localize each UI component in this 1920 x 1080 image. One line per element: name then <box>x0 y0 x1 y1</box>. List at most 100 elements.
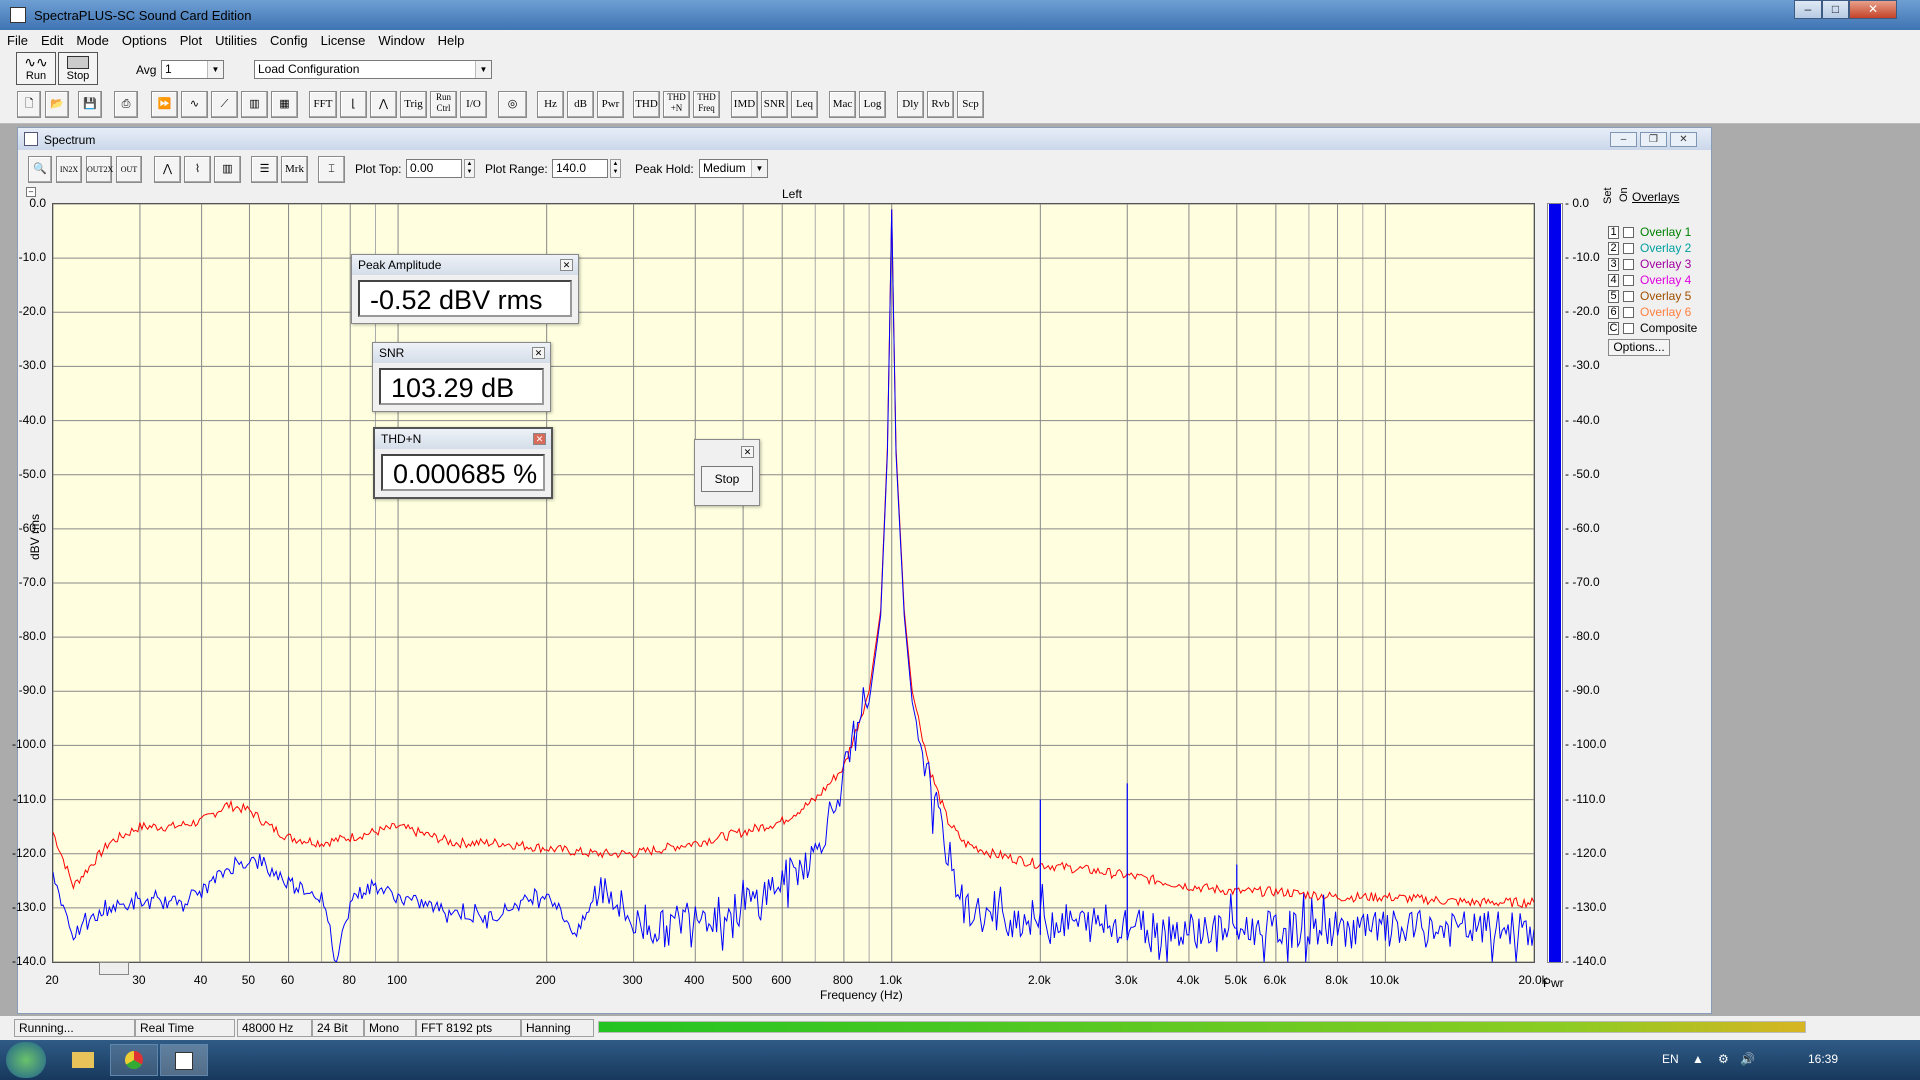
fft-button[interactable]: FFT <box>309 91 337 118</box>
zoom-out-2x-icon[interactable]: OUT2X <box>86 156 113 183</box>
menu-config[interactable]: Config <box>263 30 314 48</box>
thd-n-meter[interactable]: THD+N ✕ 0.000685 % <box>373 427 553 499</box>
menu-mode[interactable]: Mode <box>69 30 115 48</box>
signal-generator-icon[interactable]: ◎ <box>498 91 527 118</box>
trig-button[interactable]: Trig <box>400 91 427 118</box>
generator-stop-button[interactable]: Stop <box>701 466 753 492</box>
ramp-icon[interactable]: ⟋ <box>211 91 238 118</box>
overlay-set-button[interactable]: 6 <box>1608 306 1619 319</box>
overlay-on-checkbox[interactable] <box>1623 259 1634 270</box>
menu-license[interactable]: License <box>314 30 372 48</box>
spectraplus-taskbar-icon[interactable] <box>160 1044 208 1076</box>
mac-button[interactable]: Mac <box>829 91 856 118</box>
spectrum-restore-button[interactable]: ❐ <box>1640 132 1667 147</box>
dly-button[interactable]: Dly <box>897 91 924 118</box>
level-meter-tick: - -60.0 <box>1565 520 1600 535</box>
overlay-on-checkbox[interactable] <box>1623 323 1634 334</box>
overlay-on-checkbox[interactable] <box>1623 291 1634 302</box>
new-file-icon[interactable]: 🗋 <box>17 91 41 118</box>
volume-icon[interactable]: 🔊 <box>1740 1052 1755 1066</box>
hz-button[interactable]: Hz <box>537 91 564 118</box>
overlay-on-checkbox[interactable] <box>1623 227 1634 238</box>
save-icon[interactable]: 💾 <box>78 91 102 118</box>
axis-icon[interactable]: ⌊ <box>340 91 367 118</box>
overlay-options-button[interactable]: Options... <box>1608 339 1670 356</box>
maximize-button[interactable]: □ <box>1822 0 1849 19</box>
run-ctrl-button[interactable]: Run Ctrl <box>430 91 457 118</box>
close-icon[interactable]: ✕ <box>532 347 545 359</box>
close-icon[interactable]: ✕ <box>741 446 754 458</box>
overlay-set-button[interactable]: 4 <box>1608 274 1619 287</box>
overlay-on-checkbox[interactable] <box>1623 243 1634 254</box>
thd-button[interactable]: THD <box>633 91 660 118</box>
start-button[interactable] <box>6 1042 46 1078</box>
menu-utilities[interactable]: Utilities <box>208 30 263 48</box>
close-icon[interactable]: ✕ <box>533 433 546 445</box>
explorer-icon[interactable] <box>64 1046 104 1074</box>
cursor-icon[interactable]: ⌶ <box>318 156 345 183</box>
network-icon[interactable]: ⚙ <box>1718 1052 1729 1066</box>
avg-select[interactable]: 1 ▼ <box>161 60 224 79</box>
spectrum-minimize-button[interactable]: – <box>1610 132 1637 147</box>
plot-range-input[interactable]: 140.0 <box>552 159 608 178</box>
stop-button[interactable]: Stop <box>58 52 98 85</box>
overlay-on-checkbox[interactable] <box>1623 275 1634 286</box>
io-button[interactable]: I/O <box>460 91 487 118</box>
overlay-on-checkbox[interactable] <box>1623 307 1634 318</box>
zoom-in-2x-icon[interactable]: IN2X <box>56 156 82 183</box>
peak-icon[interactable]: ⋀ <box>370 91 397 118</box>
fast-forward-icon[interactable]: ⏩ <box>151 91 178 118</box>
imd-button[interactable]: IMD <box>731 91 758 118</box>
run-button[interactable]: ∿∿ Run <box>16 52 56 85</box>
leq-button[interactable]: Leq <box>791 91 818 118</box>
list-icon[interactable]: ☰ <box>251 156 278 183</box>
bars-icon[interactable]: ▥ <box>241 91 268 118</box>
plot-top-spinner[interactable]: ▲ ▼ <box>464 159 475 178</box>
chrome-icon[interactable] <box>110 1044 158 1076</box>
thd-freq-button[interactable]: THD Freq <box>693 91 720 118</box>
overlay-set-button[interactable]: 5 <box>1608 290 1619 303</box>
line-plot-icon[interactable]: ⋀ <box>154 156 181 183</box>
close-button[interactable]: ✕ <box>1849 0 1897 19</box>
plot-range-spinner[interactable]: ▲ ▼ <box>610 159 621 178</box>
scp-button[interactable]: Scp <box>957 91 984 118</box>
language-indicator[interactable]: EN <box>1662 1052 1679 1066</box>
overlay-set-button[interactable]: 3 <box>1608 258 1619 271</box>
bar-plot-icon[interactable]: ▥ <box>214 156 241 183</box>
pwr-button[interactable]: Pwr <box>597 91 624 118</box>
open-file-icon[interactable]: 📂 <box>45 91 69 118</box>
spectrum-plot[interactable] <box>52 203 1535 963</box>
y-tick-label: -10.0 <box>18 250 46 265</box>
db-button[interactable]: dB <box>567 91 594 118</box>
config-select[interactable]: Load Configuration ▼ <box>254 60 492 79</box>
peak-amplitude-meter[interactable]: Peak Amplitude ✕ -0.52 dBV rms <box>351 254 579 324</box>
minimize-button[interactable]: – <box>1794 0 1822 19</box>
close-icon[interactable]: ✕ <box>560 259 573 271</box>
overlay-set-button[interactable]: C <box>1608 322 1619 335</box>
menu-plot[interactable]: Plot <box>173 30 208 48</box>
print-icon[interactable]: ⎙ <box>114 91 138 118</box>
snr-meter[interactable]: SNR ✕ 103.29 dB <box>372 342 551 412</box>
plot-top-input[interactable]: 0.00 <box>406 159 462 178</box>
log-button[interactable]: Log <box>859 91 886 118</box>
tray-expand-icon[interactable]: ▲ <box>1692 1052 1704 1066</box>
menu-file[interactable]: File <box>0 30 34 48</box>
menu-window[interactable]: Window <box>371 30 430 48</box>
zoom-icon[interactable]: 🔍 <box>28 156 52 183</box>
overlay-set-button[interactable]: 1 <box>1608 226 1619 239</box>
menu-help[interactable]: Help <box>431 30 471 48</box>
spectrogram-icon[interactable]: ▦ <box>271 91 298 118</box>
spectrum-close-button[interactable]: ✕ <box>1670 132 1697 147</box>
zoom-out-full-icon[interactable]: OUT <box>116 156 142 183</box>
octave-plot-icon[interactable]: ⌇ <box>184 156 211 183</box>
mrk-button[interactable]: Mrk <box>281 156 308 183</box>
thd-n-button[interactable]: THD +N <box>663 91 690 118</box>
clock[interactable]: 16:39 <box>1808 1052 1838 1066</box>
peak-hold-select[interactable]: Medium ▼ <box>699 159 768 178</box>
menu-options[interactable]: Options <box>115 30 173 48</box>
overlay-set-button[interactable]: 2 <box>1608 242 1619 255</box>
waveform-icon[interactable]: ∿ <box>181 91 208 118</box>
rvb-button[interactable]: Rvb <box>927 91 954 118</box>
menu-edit[interactable]: Edit <box>34 30 69 48</box>
snr-button[interactable]: SNR <box>761 91 788 118</box>
